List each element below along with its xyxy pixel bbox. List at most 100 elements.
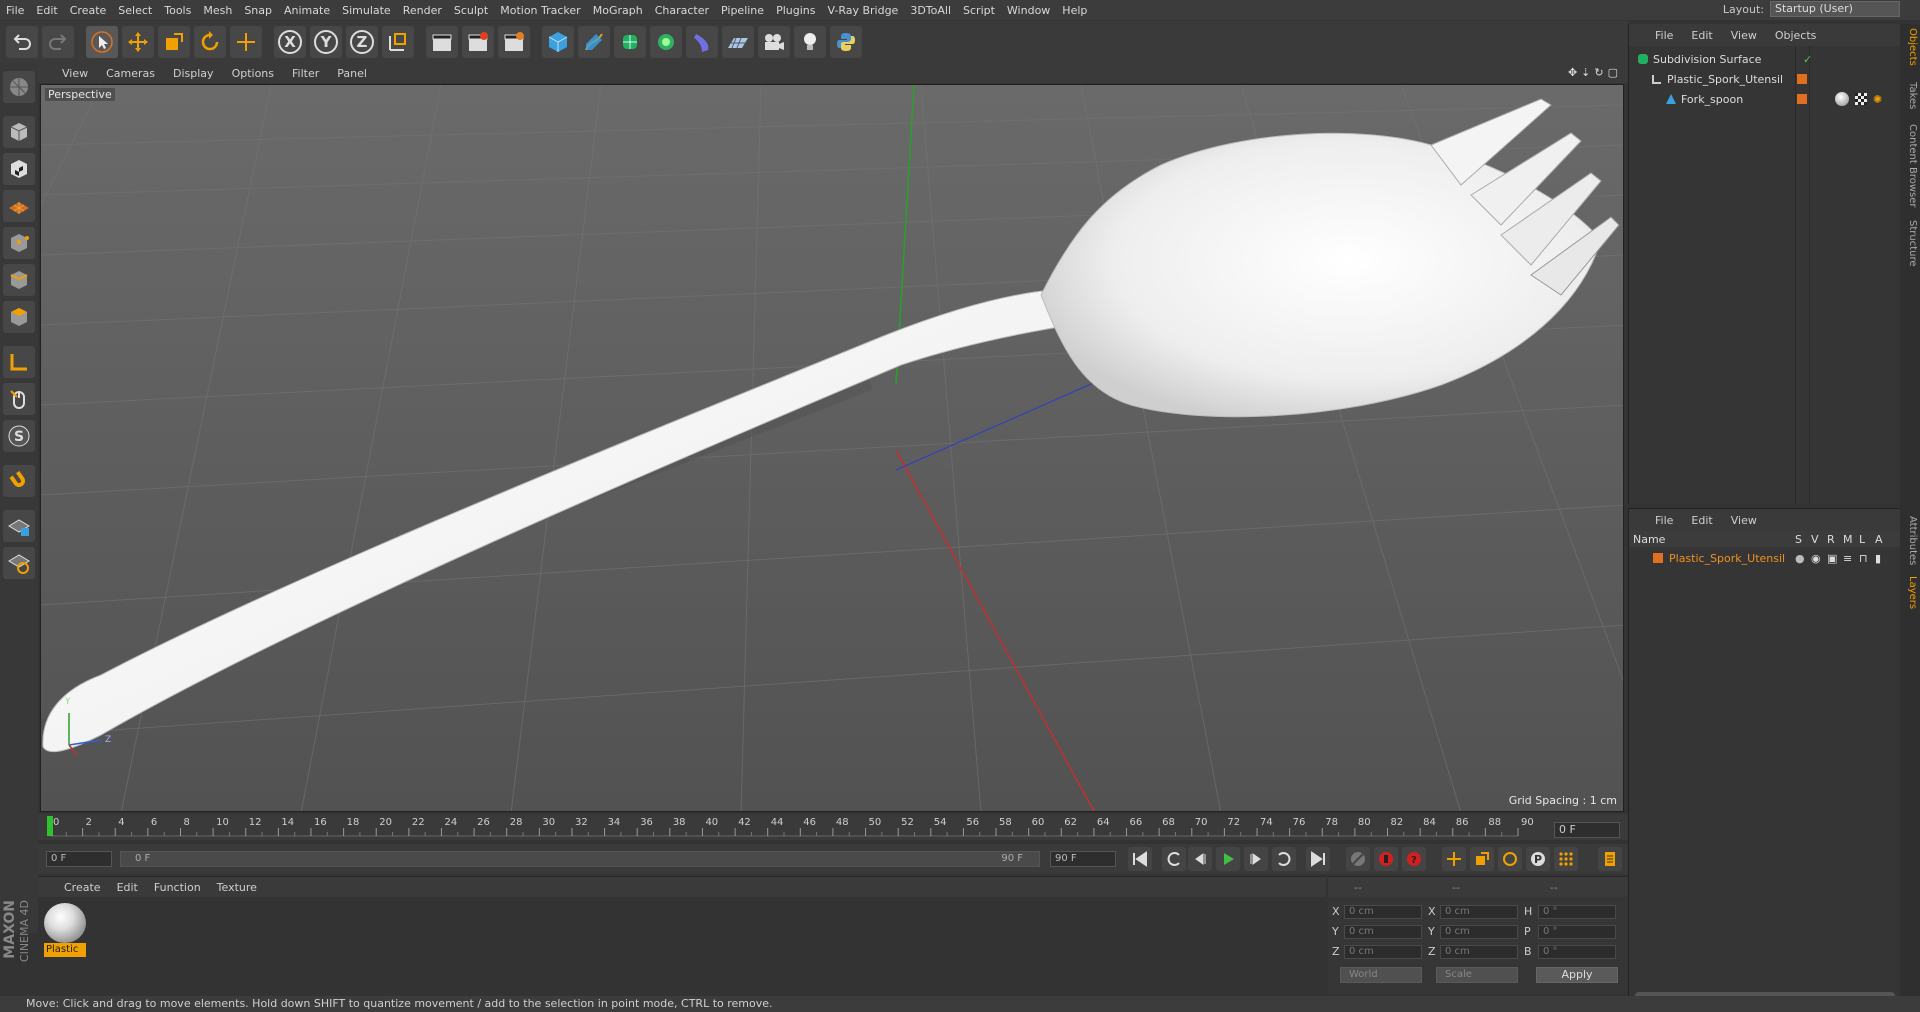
floor-button[interactable] [722, 26, 754, 58]
workplane-button[interactable] [3, 190, 35, 222]
size-y-field[interactable]: 0 cm [1440, 925, 1518, 939]
rot-h-field[interactable]: 0 ° [1538, 905, 1616, 919]
menu-character[interactable]: Character [649, 4, 715, 17]
layer-solo-icon[interactable]: ● [1795, 552, 1805, 565]
rot-p-field[interactable]: 0 ° [1538, 925, 1616, 939]
menu-sculpt[interactable]: Sculpt [448, 4, 494, 17]
scale-mode-dropdown[interactable]: Scale [1436, 967, 1518, 983]
end-frame-field[interactable]: 90 F [1050, 851, 1116, 867]
rotate-tool-button[interactable] [194, 26, 226, 58]
points-mode-button[interactable] [3, 227, 35, 259]
menu-snap[interactable]: Snap [238, 4, 278, 17]
lock-workplane-button[interactable] [3, 510, 35, 542]
edges-mode-button[interactable] [3, 264, 35, 296]
tab-takes[interactable]: Takes [1902, 82, 1918, 109]
menu-render[interactable]: Render [397, 4, 448, 17]
menu-tools[interactable]: Tools [158, 4, 197, 17]
menu-mograph[interactable]: MoGraph [587, 4, 649, 17]
menu-plugins[interactable]: Plugins [770, 4, 821, 17]
axis-mode-button[interactable] [3, 346, 35, 378]
maximize-icon[interactable]: ▢ [1608, 66, 1618, 79]
key-position-button[interactable] [1442, 847, 1466, 871]
z-axis-button[interactable]: Z [346, 26, 378, 58]
material-menu-edit[interactable]: Edit [117, 881, 138, 894]
key-pla-button[interactable] [1554, 847, 1578, 871]
tweak-mode-button[interactable] [3, 383, 35, 415]
autokey-button[interactable] [1374, 847, 1398, 871]
phong-tag-icon[interactable]: ✺ [1873, 93, 1882, 106]
render-to-picture-viewer-button[interactable] [462, 26, 494, 58]
viewport-menu-cameras[interactable]: Cameras [106, 67, 155, 80]
timeline-menu-button[interactable] [1598, 847, 1622, 871]
subdivision-button[interactable] [614, 26, 646, 58]
menu-create[interactable]: Create [64, 4, 113, 17]
material-menu-create[interactable]: Create [64, 881, 101, 894]
live-select-button[interactable] [230, 26, 262, 58]
next-frame-button[interactable] [1244, 847, 1268, 871]
light-button[interactable] [794, 26, 826, 58]
viewport-menu-options[interactable]: Options [232, 67, 274, 80]
go-to-end-button[interactable] [1306, 847, 1330, 871]
layer-lock-icon[interactable]: ⊓ [1859, 552, 1868, 565]
menu-motion-tracker[interactable]: Motion Tracker [494, 4, 586, 17]
layer-row[interactable]: Plastic_Spork_Utensil ● ◉ ▣ ≡ ⊓ ▮ [1629, 549, 1901, 567]
coordinate-system-button[interactable] [382, 26, 414, 58]
material-menu-texture[interactable]: Texture [217, 881, 257, 894]
material-swatch[interactable]: Plastic [44, 903, 86, 957]
uvw-tag-icon[interactable] [1855, 93, 1867, 105]
pos-y-field[interactable]: 0 cm [1344, 925, 1422, 939]
record-keys-button[interactable] [1346, 847, 1370, 871]
lm-menu-file[interactable]: File [1655, 514, 1673, 527]
texture-mode-button[interactable] [3, 153, 35, 185]
magnet-button[interactable] [3, 465, 35, 497]
viewport-menu-filter[interactable]: Filter [292, 67, 319, 80]
timeline-ruler[interactable]: 0 2 4 6 8 10 12 14 16 18 20 22 24 26 28 30 32 34 36 38 40 42 4… [38, 814, 1628, 840]
viewport-menu-panel[interactable]: Panel [337, 67, 367, 80]
scale-tool-button[interactable] [158, 26, 190, 58]
go-to-start-button[interactable] [1128, 847, 1152, 871]
python-button[interactable] [830, 26, 862, 58]
material-menu-function[interactable]: Function [154, 881, 201, 894]
model-mode-button[interactable] [3, 116, 35, 148]
layer-manager-icon[interactable]: ≡ [1843, 552, 1852, 565]
move-tool-button[interactable] [122, 26, 154, 58]
layer-color-swatch[interactable] [1653, 553, 1663, 563]
menu-file[interactable]: File [0, 4, 30, 17]
tab-content-browser[interactable]: Content Browser [1902, 124, 1918, 207]
prev-frame-button[interactable] [1188, 847, 1212, 871]
menu-vray-bridge[interactable]: V-Ray Bridge [821, 4, 904, 17]
preview-range-slider[interactable]: 0 F 90 F [120, 851, 1040, 867]
coordinate-mode-dropdown[interactable]: World [1340, 967, 1422, 983]
start-frame-field[interactable]: 0 F [46, 851, 112, 867]
tab-objects[interactable]: Objects [1902, 28, 1918, 66]
prev-key-button[interactable] [1162, 847, 1186, 871]
render-view-button[interactable] [426, 26, 458, 58]
snapping-button[interactable]: S [3, 420, 35, 452]
next-key-button[interactable] [1272, 847, 1296, 871]
orbit-icon[interactable]: ↻ [1594, 66, 1603, 79]
size-z-field[interactable]: 0 cm [1440, 945, 1518, 959]
pos-z-field[interactable]: 0 cm [1344, 945, 1422, 959]
menu-script[interactable]: Script [957, 4, 1001, 17]
render-settings-button[interactable] [498, 26, 530, 58]
lm-menu-view[interactable]: View [1731, 514, 1757, 527]
dolly-icon[interactable]: ⇣ [1581, 66, 1590, 79]
menu-window[interactable]: Window [1001, 4, 1056, 17]
key-rotation-button[interactable] [1498, 847, 1522, 871]
visibility-check-icon[interactable]: ✓ [1803, 53, 1812, 66]
menu-select[interactable]: Select [112, 4, 158, 17]
current-frame-field[interactable]: 0 F [1554, 822, 1620, 838]
menu-animate[interactable]: Animate [278, 4, 336, 17]
viewport-menu-view[interactable]: View [62, 67, 88, 80]
material-tag-icon[interactable] [1835, 92, 1849, 106]
cube-button[interactable] [542, 26, 574, 58]
pan-icon[interactable]: ✥ [1568, 66, 1577, 79]
deformer-button[interactable] [686, 26, 718, 58]
om-menu-view[interactable]: View [1731, 29, 1757, 42]
menu-edit[interactable]: Edit [30, 4, 63, 17]
object-row-fork-spoon[interactable]: Fork_spoon ✺ [1629, 90, 1901, 108]
tab-attributes[interactable]: Attributes [1902, 516, 1918, 565]
redo-button[interactable] [42, 26, 74, 58]
select-tool-button[interactable] [86, 26, 118, 58]
apply-button[interactable]: Apply [1536, 967, 1618, 983]
